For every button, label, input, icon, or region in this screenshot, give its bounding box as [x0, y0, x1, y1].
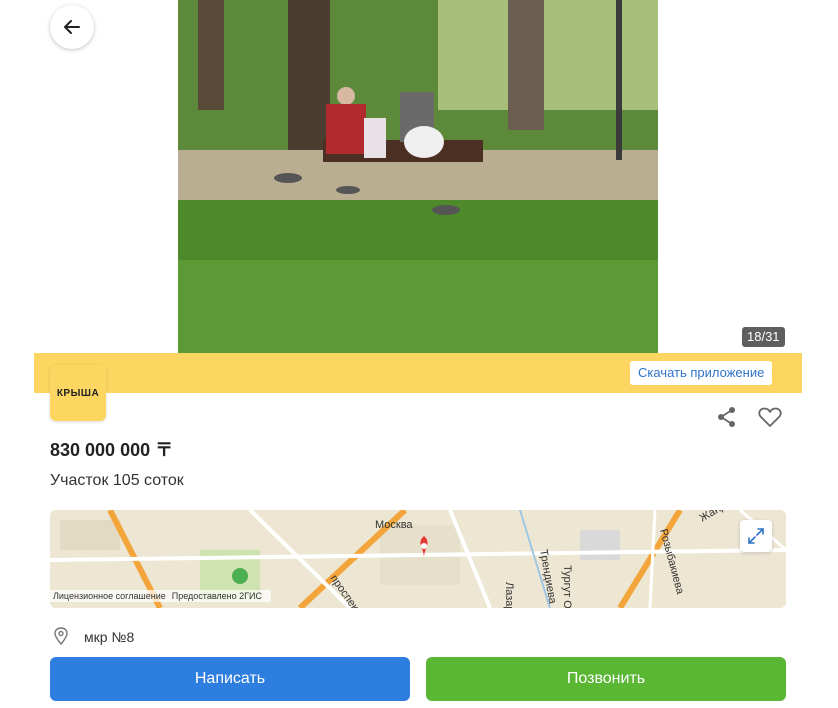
expand-icon: [748, 528, 764, 544]
agency-logo[interactable]: КРЫША: [50, 365, 106, 421]
map-label-turgut: Тургут Озала: [561, 565, 573, 608]
location-pin-icon: [54, 627, 68, 645]
map-license-link[interactable]: Лицензионное соглашение: [53, 591, 166, 601]
map-label-lazare: Лазаре: [503, 582, 515, 608]
park-photo-image: [178, 0, 658, 353]
heart-icon: [758, 407, 782, 427]
photo-gallery[interactable]: 18/31: [0, 0, 838, 353]
map-provider: Предоставлено 2ГИС: [171, 591, 262, 601]
download-app-button[interactable]: Скачать приложение: [630, 361, 773, 385]
listing-title: Участок 105 соток: [50, 472, 184, 489]
back-button[interactable]: [50, 5, 94, 49]
logo-text: КРЫША: [56, 387, 100, 399]
favorite-button[interactable]: [758, 406, 782, 428]
write-message-button[interactable]: Написать: [50, 657, 410, 701]
location-map[interactable]: Москва Тургут Озала Розыбакиева Жандосов…: [50, 510, 786, 608]
listing-location: мкр №8: [84, 629, 135, 645]
back-arrow-icon: [64, 20, 80, 34]
call-button[interactable]: Позвонить: [426, 657, 786, 701]
map-attribution: Лицензионное соглашение Предоставлено 2ГИ…: [50, 590, 271, 602]
photo-counter: 18/31: [742, 327, 785, 347]
map-label-moscow: Москва: [375, 519, 413, 531]
share-button[interactable]: [716, 406, 738, 428]
listing-photo[interactable]: [178, 0, 658, 353]
share-icon: [718, 407, 735, 427]
map-expand-button[interactable]: [740, 520, 772, 552]
listing-price: 830 000 000 〒: [50, 440, 174, 460]
